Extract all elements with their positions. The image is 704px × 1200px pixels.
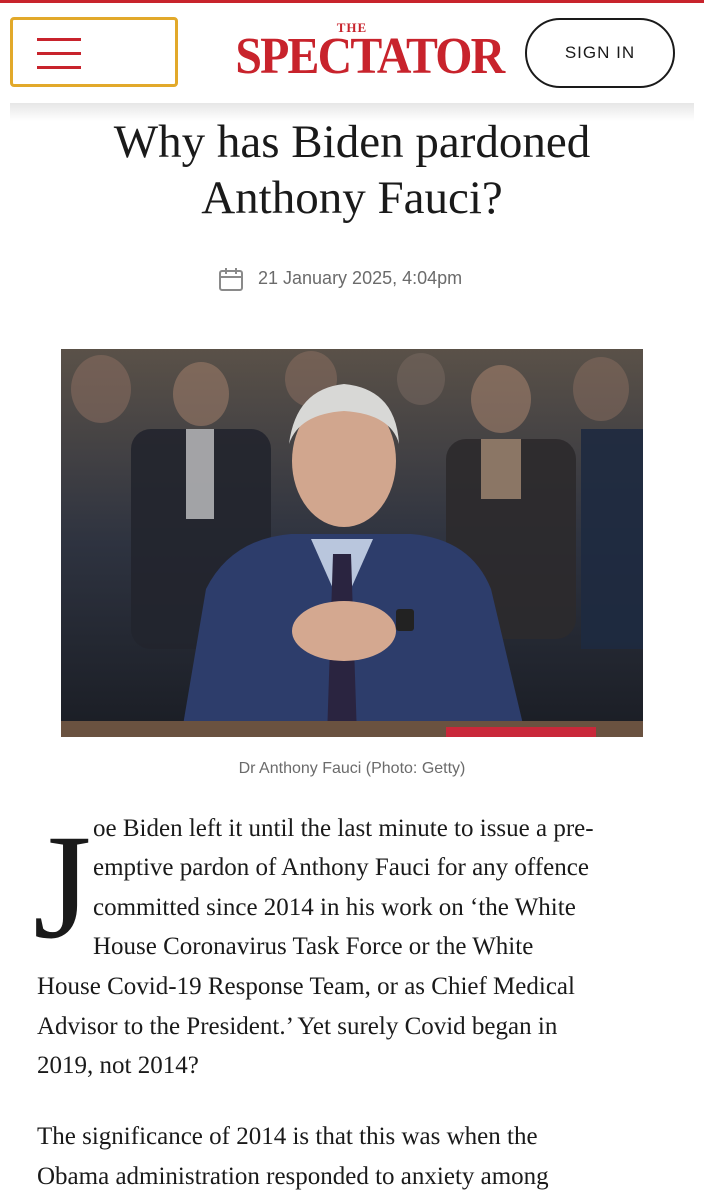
- article-title: Why has Biden pardoned Anthony Fauci?: [113, 116, 591, 224]
- site-header: THE SPECTATOR SIGN IN: [10, 3, 694, 103]
- body-line: The significance of 2014 is that this wa…: [37, 1123, 538, 1150]
- article-photo: [61, 349, 643, 737]
- sign-in-button[interactable]: SIGN IN: [525, 18, 675, 88]
- body-line: oe Biden left it until the last minute t…: [93, 815, 594, 842]
- body-line: emptive pardon of Anthony Fauci for any …: [93, 854, 589, 881]
- body-line: 2019, not 2014?: [37, 1052, 199, 1079]
- image-caption: Dr Anthony Fauci (Photo: Getty): [238, 760, 466, 777]
- body-line: House Coronavirus Task Force or the Whit…: [93, 933, 534, 960]
- body-line: Obama administration responded to anxiet…: [37, 1163, 549, 1190]
- site-logo[interactable]: SPECTATOR: [235, 27, 505, 87]
- drop-cap: J: [33, 804, 92, 970]
- body-line: House Covid-19 Response Team, or as Chie…: [37, 973, 575, 1000]
- article-date: 21 January 2025, 4:04pm: [258, 268, 463, 288]
- menu-button[interactable]: [10, 17, 178, 87]
- calendar-icon: [219, 268, 243, 291]
- body-line: Advisor to the President.’ Yet surely Co…: [37, 1013, 558, 1040]
- body-line: committed since 2014 in his work on ‘the…: [93, 894, 576, 921]
